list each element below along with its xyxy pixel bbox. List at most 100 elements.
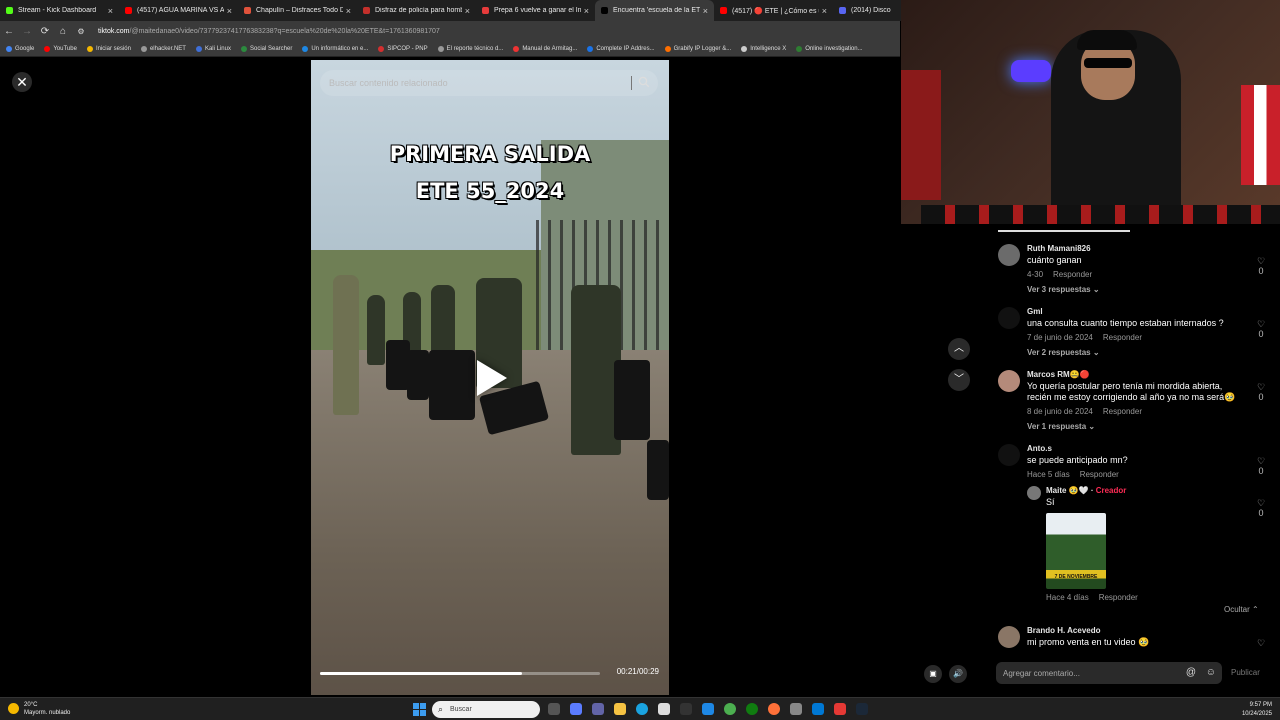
play-icon[interactable] (477, 360, 507, 396)
like-button[interactable]: ♡ 0 (1254, 498, 1268, 518)
close-button[interactable]: ✕ (12, 72, 32, 92)
hide-replies-button[interactable]: Ocultar ⌃ (1224, 605, 1259, 614)
like-button[interactable]: ♡ (1254, 638, 1268, 648)
reply-button[interactable]: Responder (1103, 407, 1142, 416)
xbox-icon[interactable] (746, 703, 758, 715)
bookmark-item[interactable]: Social Searcher (240, 45, 292, 52)
tab-close-icon[interactable]: × (346, 6, 351, 16)
app-icon[interactable] (834, 703, 846, 715)
comment-user[interactable]: Ruth Mamani826 (1027, 244, 1268, 253)
reply-image[interactable]: 7 DE NOVIEMBRE (1046, 513, 1106, 589)
reply-button[interactable]: Responder (1099, 593, 1138, 602)
avatar[interactable] (998, 444, 1020, 466)
like-button[interactable]: ♡ 0 (1254, 319, 1268, 339)
bookmark-item[interactable]: Intelligence X (741, 45, 786, 52)
avatar[interactable] (998, 626, 1020, 648)
bookmark-item[interactable]: elhacker.NET (140, 45, 186, 52)
like-button[interactable]: ♡ 0 (1254, 382, 1268, 402)
tab-close-icon[interactable]: × (703, 6, 708, 16)
windows-start-icon[interactable] (413, 703, 426, 716)
progress-bar[interactable] (320, 672, 600, 675)
heart-icon: ♡ (1256, 498, 1266, 508)
video-player[interactable]: PRIMERA SALIDA ETE 55_2024 00:21/00:29 (311, 60, 669, 695)
browser-tab[interactable]: (4517) 🔴 ETE | ¿Cómo es un D× (714, 0, 833, 21)
tab-title: (4517) AGUA MARINA VS ARM (137, 7, 224, 14)
heart-icon: ♡ (1256, 319, 1266, 329)
weather-widget[interactable]: 20°C Mayorm. nublado (8, 701, 70, 717)
emoji-icon[interactable]: ☺ (1206, 667, 1216, 678)
browser-tab[interactable]: Prepa 6 vuelve a ganar el Intern× (476, 0, 595, 21)
view-replies-button[interactable]: Ver 3 respuestas ⌄ (1027, 285, 1268, 294)
browser-tab[interactable]: Disfraz de policía para hombre × (357, 0, 476, 21)
bookmark-item[interactable]: SIPCOP - PNP (378, 45, 428, 52)
bookmark-item[interactable]: Kali Linux (195, 45, 231, 52)
reply-button[interactable]: Responder (1080, 470, 1119, 479)
comment-user[interactable]: Brando H. Acevedo (1027, 626, 1268, 635)
tab-close-icon[interactable]: × (584, 6, 589, 16)
tab-close-icon[interactable]: × (227, 6, 232, 16)
store-icon[interactable] (658, 703, 670, 715)
browser-tab[interactable]: (4517) AGUA MARINA VS ARM× (119, 0, 238, 21)
bookmark-item[interactable]: YouTube (44, 45, 77, 52)
bookmark-item[interactable]: Complete IP Addres... (587, 45, 655, 52)
related-search-input[interactable]: Buscar contenido relacionado (320, 70, 658, 96)
task-view-icon[interactable] (548, 703, 560, 715)
comment-user[interactable]: Marcos RM🤐🔴 (1027, 370, 1268, 379)
reply-button[interactable]: Responder (1103, 333, 1142, 342)
reply-button[interactable]: Responder (1053, 270, 1092, 279)
browser-tab[interactable]: Encuentra 'escuela de la ETE' el× (595, 0, 714, 21)
copilot-icon[interactable] (570, 703, 582, 715)
app-icon[interactable] (680, 703, 692, 715)
bookmark-item[interactable]: Manual de Armitag... (513, 45, 577, 52)
site-info-icon[interactable]: ⚙ (72, 27, 90, 36)
edge-icon[interactable] (636, 703, 648, 715)
previous-video-button[interactable]: ︿ (948, 338, 970, 360)
picture-in-picture-icon[interactable]: ▣ (924, 665, 942, 683)
avatar[interactable] (998, 370, 1020, 392)
browser-tab[interactable]: Stream - Kick Dashboard × (0, 0, 119, 21)
taskbar-search[interactable]: Buscar (432, 701, 540, 718)
reload-icon[interactable]: ⟳ (36, 26, 54, 37)
steam-icon[interactable] (856, 703, 868, 715)
comment-user[interactable]: Gml (1027, 307, 1268, 316)
bookmark-icon (513, 45, 520, 52)
back-icon[interactable]: ← (0, 26, 18, 37)
teams-icon[interactable] (592, 703, 604, 715)
view-replies-button[interactable]: Ver 1 respuesta ⌄ (1027, 422, 1268, 431)
vscode-icon[interactable] (702, 703, 714, 715)
clock-date: 10/24/2025 (1241, 711, 1272, 717)
view-replies-button[interactable]: Ver 2 respuestas ⌄ (1027, 348, 1268, 357)
comment-user[interactable]: Anto.s (1027, 444, 1268, 453)
avatar[interactable] (998, 307, 1020, 329)
bookmark-item[interactable]: Iniciar sesión (86, 45, 131, 52)
like-button[interactable]: ♡ 0 (1254, 256, 1268, 276)
bookmark-item[interactable]: Un informático en e... (302, 45, 368, 52)
home-icon[interactable]: ⌂ (54, 26, 72, 37)
mention-icon[interactable]: @ (1186, 667, 1196, 678)
bookmark-item[interactable]: Google (6, 45, 34, 52)
volume-icon[interactable]: 🔊 (949, 665, 967, 683)
system-clock[interactable]: 9:57 PM 10/24/2025 (1242, 701, 1272, 719)
bookmark-item[interactable]: Online investigation... (796, 45, 863, 52)
forward-icon[interactable]: → (18, 26, 36, 37)
publish-button[interactable]: Publicar (1231, 668, 1260, 677)
avatar[interactable] (1027, 486, 1041, 500)
app-icon[interactable] (812, 703, 824, 715)
next-video-button[interactable]: ﹀ (948, 369, 970, 391)
chrome-icon[interactable] (724, 703, 736, 715)
url-field[interactable]: tiktok.com/@maitedanae0/video/7377923741… (98, 28, 440, 35)
tab-close-icon[interactable]: × (108, 6, 113, 16)
bookmark-item[interactable]: Grabify IP Logger &... (664, 45, 731, 52)
file-explorer-icon[interactable] (614, 703, 626, 715)
like-button[interactable]: ♡ 0 (1254, 456, 1268, 476)
comment-input[interactable]: Agregar comentario... @ ☺ (996, 662, 1222, 684)
avatar[interactable] (998, 244, 1020, 266)
app-icon[interactable] (790, 703, 802, 715)
bookmark-item[interactable]: El reporte técnico d... (437, 45, 503, 52)
search-icon[interactable] (638, 76, 650, 90)
tab-close-icon[interactable]: × (465, 6, 470, 16)
firefox-icon[interactable] (768, 703, 780, 715)
browser-tab[interactable]: Chapulín – Disfraces Todo Disfr× (238, 0, 357, 21)
tab-close-icon[interactable]: × (822, 6, 827, 16)
reply-user[interactable]: Maite 🥹🤍 · Creador (1046, 486, 1268, 495)
